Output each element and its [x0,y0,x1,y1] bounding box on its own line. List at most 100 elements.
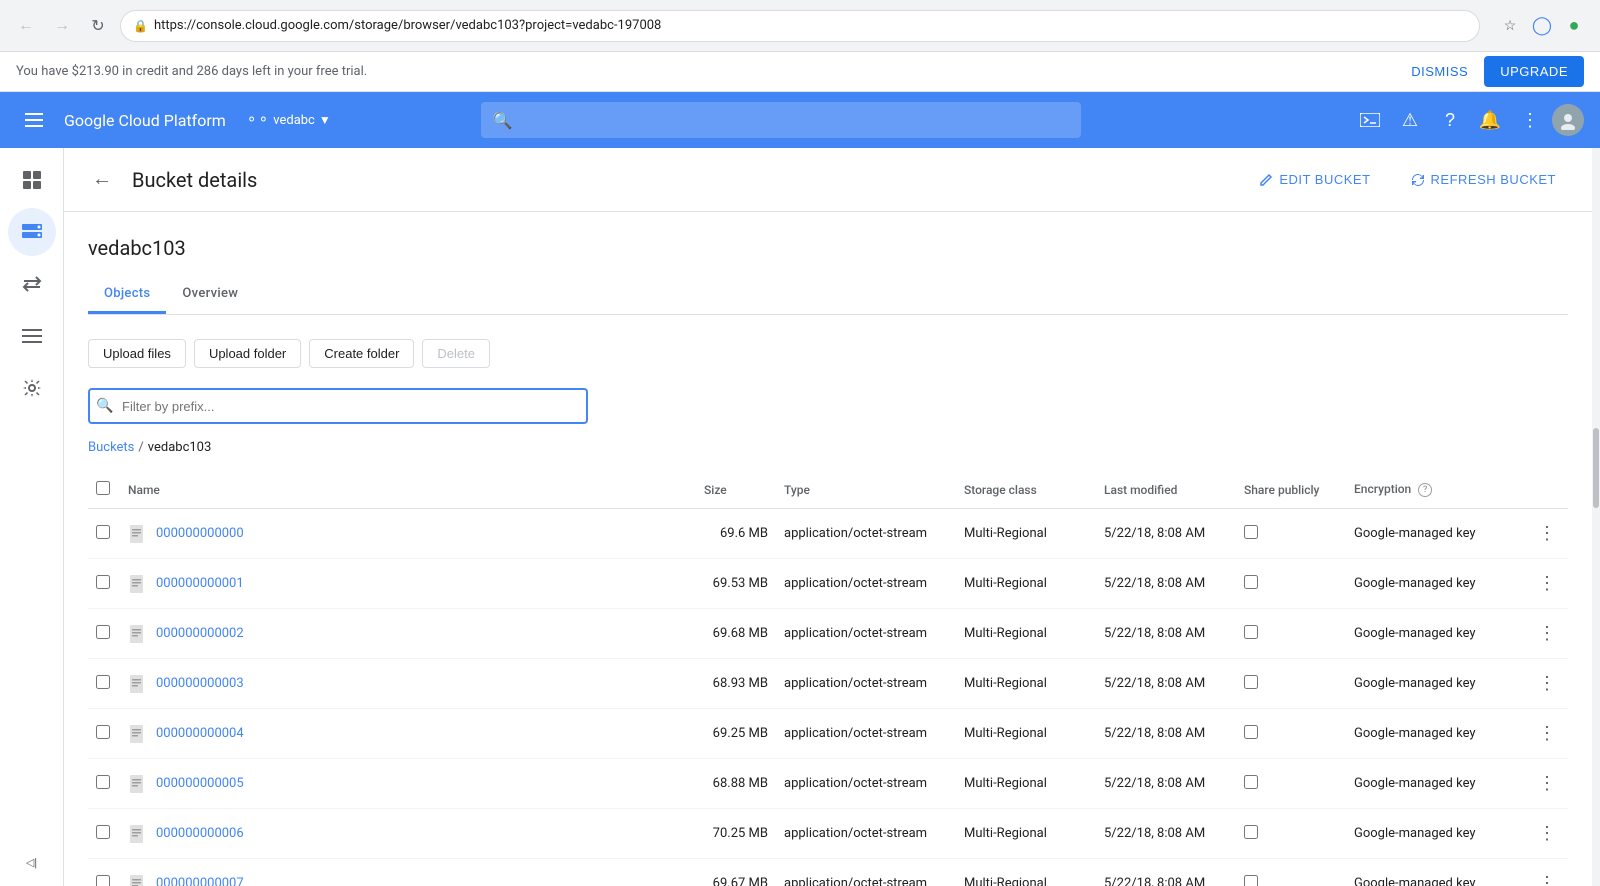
file-type-icon [128,524,148,544]
extension-button[interactable]: ● [1560,12,1588,40]
tab-objects[interactable]: Objects [88,276,166,314]
select-all-checkbox[interactable] [96,481,110,495]
forward-button[interactable]: → [48,12,76,40]
file-name-link[interactable]: 000000000000 [156,526,244,541]
row-name-cell: 000000000003 [120,659,696,709]
row-checkbox[interactable] [96,575,110,589]
encryption-column-header: Encryption ? [1346,471,1526,509]
row-checkbox-cell [88,509,120,559]
tab-overview[interactable]: Overview [166,276,254,314]
bucket-content: vedabc103 Objects Overview Upload files … [64,212,1592,886]
scrollbar-thumb[interactable] [1593,428,1599,508]
sidebar-item-transfer[interactable] [8,260,56,308]
row-checkbox[interactable] [96,525,110,539]
row-share-publicly-cell [1236,609,1346,659]
file-name-link[interactable]: 000000000001 [156,576,244,591]
upload-files-button[interactable]: Upload files [88,339,186,368]
edit-bucket-button[interactable]: EDIT BUCKET [1247,164,1382,195]
filter-search-icon: 🔍 [96,398,113,414]
share-publicly-checkbox[interactable] [1244,625,1258,639]
row-size-cell: 69.67 MB [696,859,776,886]
share-publicly-checkbox[interactable] [1244,525,1258,539]
sidebar-item-settings[interactable] [8,364,56,412]
filter-input[interactable] [88,388,588,424]
share-publicly-checkbox[interactable] [1244,775,1258,789]
row-share-publicly-cell [1236,759,1346,809]
row-checkbox[interactable] [96,825,110,839]
sidebar-item-list[interactable] [8,312,56,360]
refresh-bucket-button[interactable]: REFRESH BUCKET [1399,164,1568,195]
share-publicly-checkbox[interactable] [1244,875,1258,886]
delete-button[interactable]: Delete [422,339,490,368]
project-selector[interactable]: ⚬⚬ vedabc ▼ [238,108,339,132]
row-more-menu-button[interactable]: ⋮ [1534,819,1560,848]
back-button[interactable]: ← [12,12,40,40]
type-column-header: Type [776,471,956,509]
row-checkbox-cell [88,759,120,809]
row-checkbox[interactable] [96,775,110,789]
back-to-buckets-button[interactable]: ← [88,164,116,195]
create-folder-button[interactable]: Create folder [309,339,414,368]
encryption-info-icon[interactable]: ? [1418,483,1432,497]
row-more-menu-button[interactable]: ⋮ [1534,669,1560,698]
row-size-cell: 68.93 MB [696,659,776,709]
sidebar-item-grid[interactable] [8,156,56,204]
browser-actions: ☆ ◯ ● [1496,12,1588,40]
row-type-cell: application/octet-stream [776,609,956,659]
share-publicly-checkbox[interactable] [1244,575,1258,589]
share-publicly-checkbox[interactable] [1244,725,1258,739]
reload-button[interactable]: ↻ [84,12,112,40]
row-more-menu-button[interactable]: ⋮ [1534,869,1560,886]
row-encryption-cell: Google-managed key [1346,859,1526,886]
search-bar[interactable]: 🔍 [481,102,1081,138]
row-checkbox[interactable] [96,675,110,689]
account-avatar[interactable] [1552,104,1584,136]
row-size-cell: 69.68 MB [696,609,776,659]
row-more-menu-button[interactable]: ⋮ [1534,569,1560,598]
row-checkbox[interactable] [96,875,110,886]
row-name-cell: 000000000006 [120,809,696,859]
actions-column-header [1526,471,1568,509]
row-more-menu-button[interactable]: ⋮ [1534,519,1560,548]
upload-folder-button[interactable]: Upload folder [194,339,301,368]
notifications-button[interactable]: 🔔 [1472,102,1508,138]
row-type-cell: application/octet-stream [776,809,956,859]
row-size-cell: 69.53 MB [696,559,776,609]
file-name-link[interactable]: 000000000005 [156,776,244,791]
file-name-link[interactable]: 000000000002 [156,626,244,641]
dismiss-button[interactable]: DISMISS [1411,64,1468,79]
scrollbar[interactable] [1592,148,1600,886]
row-name-cell: 000000000000 [120,509,696,559]
upgrade-button[interactable]: UPGRADE [1484,56,1584,87]
table-row: 000000000004 69.25 MB application/octet-… [88,709,1568,759]
sidebar-collapse-button[interactable]: ◁| [8,846,56,878]
file-name-link[interactable]: 000000000006 [156,826,244,841]
breadcrumb-buckets-link[interactable]: Buckets [88,440,134,455]
row-checkbox[interactable] [96,725,110,739]
file-name-link[interactable]: 000000000007 [156,876,244,886]
row-actions-cell: ⋮ [1526,709,1568,759]
bookmark-button[interactable]: ☆ [1496,12,1524,40]
row-storage-class-cell: Multi-Regional [956,509,1096,559]
row-more-menu-button[interactable]: ⋮ [1534,619,1560,648]
google-account-button[interactable]: ◯ [1528,12,1556,40]
file-name-link[interactable]: 000000000003 [156,676,244,691]
row-checkbox[interactable] [96,625,110,639]
more-options-button[interactable]: ⋮ [1512,102,1548,138]
file-type-icon [128,874,148,886]
cloud-shell-button[interactable] [1352,102,1388,138]
help-button[interactable]: ? [1432,102,1468,138]
row-storage-class-cell: Multi-Regional [956,759,1096,809]
file-type-icon [128,624,148,644]
address-bar[interactable]: 🔒 https://console.cloud.google.com/stora… [120,10,1480,42]
file-name-link[interactable]: 000000000004 [156,726,244,741]
share-publicly-checkbox[interactable] [1244,825,1258,839]
hamburger-menu-button[interactable] [16,102,52,138]
row-storage-class-cell: Multi-Regional [956,559,1096,609]
sidebar-item-storage[interactable] [8,208,56,256]
row-more-menu-button[interactable]: ⋮ [1534,769,1560,798]
trial-text: You have $213.90 in credit and 286 days … [16,64,367,79]
share-publicly-checkbox[interactable] [1244,675,1258,689]
alerts-button[interactable]: ⚠ [1392,102,1428,138]
row-more-menu-button[interactable]: ⋮ [1534,719,1560,748]
